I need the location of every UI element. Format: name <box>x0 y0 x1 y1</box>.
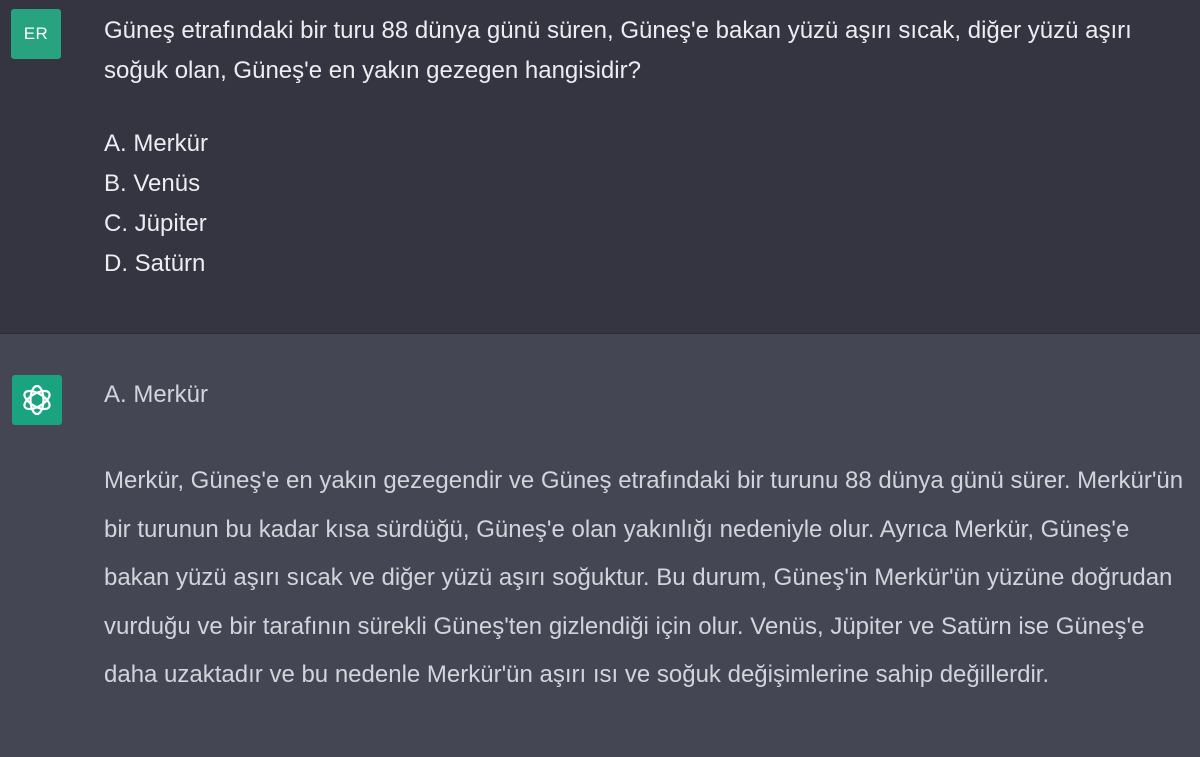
explanation-text: Merkür, Güneş'e en yakın gezegendir ve G… <box>104 467 1184 688</box>
assistant-message: A. Merkür Merkür, Güneş'e en yakın gezeg… <box>0 334 1200 757</box>
user-avatar: ER <box>11 9 61 59</box>
options-list: A. Merkür B. Venüs C. Jüpiter D. Satürn <box>104 124 1186 284</box>
option-c: C. Jüpiter <box>104 210 207 237</box>
user-message-content: Güneş etrafındaki bir turu 88 dünya günü… <box>104 11 1186 284</box>
question-text: Güneş etrafındaki bir turu 88 dünya günü… <box>104 17 1132 84</box>
option-b: B. Venüs <box>104 170 201 197</box>
answer-text: A. Merkür <box>104 381 209 408</box>
user-message: ER Güneş etrafındaki bir turu 88 dünya g… <box>0 0 1200 334</box>
assistant-message-content: A. Merkür Merkür, Güneş'e en yakın gezeg… <box>104 380 1186 700</box>
assistant-avatar <box>12 375 62 425</box>
openai-logo-icon <box>23 384 51 416</box>
option-a: A. Merkür <box>104 130 209 157</box>
option-d: D. Satürn <box>104 250 206 277</box>
user-avatar-initials: ER <box>23 24 49 43</box>
